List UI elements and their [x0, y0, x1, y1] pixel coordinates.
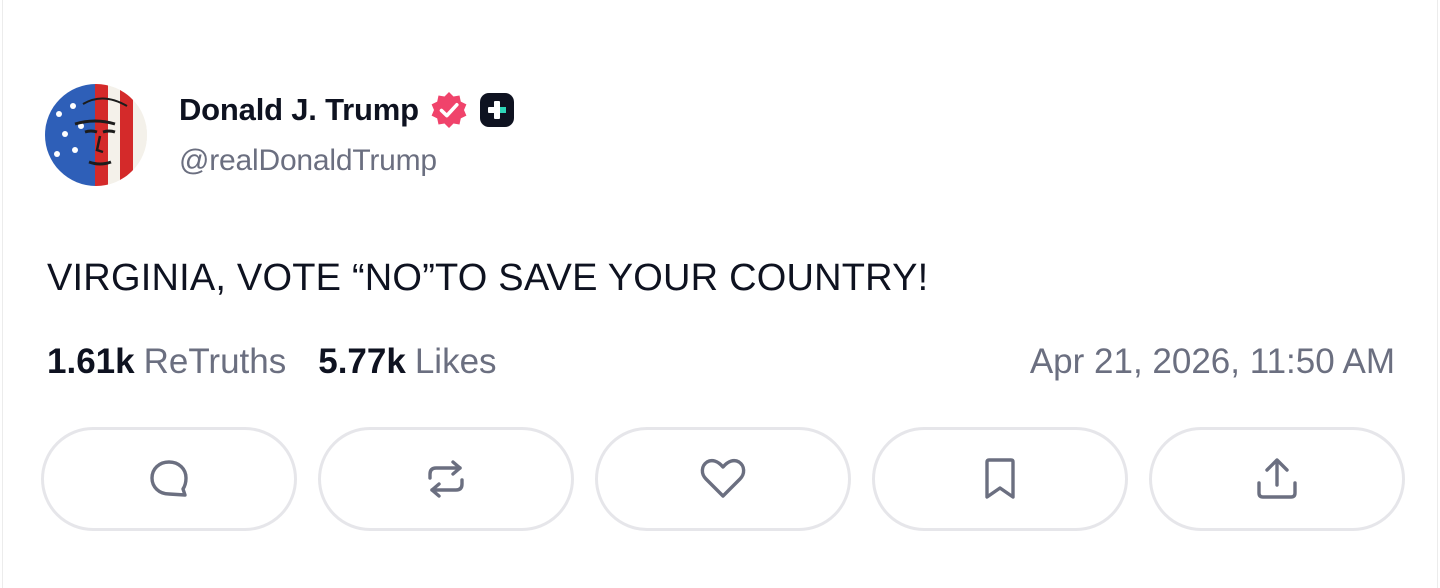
verified-badge-icon: [429, 90, 469, 130]
author-names: Donald J. Trump @realDonaldTrump: [179, 84, 515, 178]
likes-label: Likes: [414, 342, 497, 381]
retruth-button[interactable]: [318, 427, 574, 531]
name-row: Donald J. Trump: [179, 90, 515, 130]
post-text: VIRGINIA, VOTE “NO”TO SAVE YOUR COUNTRY!: [47, 257, 929, 299]
plus-badge-icon: [479, 92, 515, 128]
likes-stat[interactable]: 5.77k Likes: [318, 342, 496, 382]
action-bar: [41, 427, 1405, 531]
bookmark-button[interactable]: [872, 427, 1128, 531]
post-card: Donald J. Trump @realDonaldTrump VIRGINI…: [2, 0, 1438, 588]
display-name[interactable]: Donald J. Trump: [179, 92, 419, 128]
likes-count: 5.77k: [318, 342, 406, 381]
reply-icon: [146, 456, 192, 502]
post-timestamp[interactable]: Apr 21, 2026, 11:50 AM: [1030, 342, 1395, 382]
retruths-stat[interactable]: 1.61k ReTruths: [47, 342, 286, 382]
post-header: Donald J. Trump @realDonaldTrump: [45, 84, 515, 186]
retruths-label: ReTruths: [143, 342, 287, 381]
like-icon: [698, 456, 748, 502]
retruths-count: 1.61k: [47, 342, 135, 381]
share-icon: [1254, 455, 1300, 503]
reply-button[interactable]: [41, 427, 297, 531]
bookmark-icon: [980, 455, 1020, 503]
post-stats: 1.61k ReTruths 5.77k Likes: [47, 342, 497, 382]
retruth-icon: [423, 456, 469, 502]
avatar[interactable]: [45, 84, 147, 186]
like-button[interactable]: [595, 427, 851, 531]
share-button[interactable]: [1149, 427, 1405, 531]
author-handle[interactable]: @realDonaldTrump: [179, 144, 515, 178]
